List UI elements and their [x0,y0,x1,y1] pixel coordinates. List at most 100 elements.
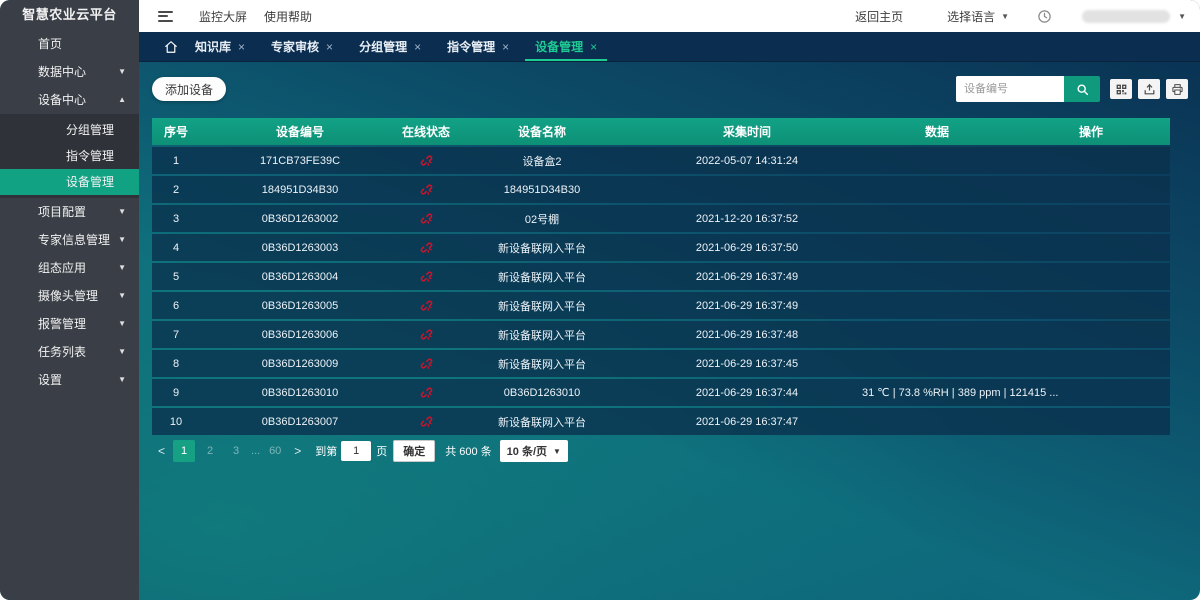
sidebar-item-camera-mgmt[interactable]: 摄像头管理 ▼ [0,282,139,310]
tab-expert-review[interactable]: 专家审核 × [261,32,343,61]
cell-status [400,350,452,377]
sidebar-item-label: 任务列表 [38,345,86,359]
cell-status [400,176,452,203]
tab-label: 专家审核 [271,38,319,55]
print-button[interactable] [1166,79,1188,99]
cell-no: 2 [152,176,200,203]
cell-device-id: 184951D34B30 [200,176,400,203]
tab-knowledge-base[interactable]: 知识库 × [185,32,255,61]
sidebar-item-config-app[interactable]: 组态应用 ▼ [0,254,139,282]
chevron-down-icon: ▼ [118,58,126,86]
close-icon[interactable]: × [502,40,509,54]
user-menu[interactable]: ▼ [1082,10,1186,23]
cell-name: 新设备联网入平台 [452,292,632,319]
table-row[interactable]: 9 0B36D1263010 0B36D1263010 2021-06-29 1… [152,379,1170,406]
cell-data: 31 ℃ | 73.8 %RH | 389 ppm | 121415 ... [862,379,1012,406]
sidebar-item-settings[interactable]: 设置 ▼ [0,366,139,394]
table-row[interactable]: 10 0B36D1263007 新设备联网入平台 2021-06-29 16:3… [152,408,1170,435]
cell-device-id: 171CB73FE39C [200,147,400,174]
sidebar-item-label: 数据中心 [38,65,86,79]
sidebar-item-label: 专家信息管理 [38,233,110,247]
cell-no: 8 [152,350,200,377]
cell-status [400,205,452,232]
collapse-menu-icon[interactable] [158,11,173,22]
chevron-down-icon: ▼ [118,338,126,366]
page-size-select[interactable]: 10 条/页 ▼ [500,440,568,462]
sidebar-item-group-mgmt[interactable]: 分组管理 [0,117,139,143]
sidebar-item-project-config[interactable]: 项目配置 ▼ [0,198,139,226]
search-group [956,76,1188,102]
search-input[interactable] [956,76,1064,102]
chevron-up-icon: ▲ [118,86,126,114]
offline-link-broken-icon [419,385,434,400]
topbar: 监控大屏 使用帮助 返回主页 选择语言 ▼ ▼ [139,0,1200,32]
table-row[interactable]: 7 0B36D1263006 新设备联网入平台 2021-06-29 16:37… [152,321,1170,348]
offline-link-broken-icon [419,182,434,197]
col-header-data: 数据 [862,118,1012,145]
table-row[interactable]: 4 0B36D1263003 新设备联网入平台 2021-06-29 16:37… [152,234,1170,261]
tab-device-mgmt[interactable]: 设备管理 × [525,32,607,61]
sidebar-item-device-center[interactable]: 设备中心 ▲ [0,86,139,114]
offline-link-broken-icon [419,269,434,284]
monitor-screen-link[interactable]: 监控大屏 [199,8,247,25]
add-device-button[interactable]: 添加设备 [152,77,226,101]
cell-name: 新设备联网入平台 [452,263,632,290]
sidebar-item-device-mgmt[interactable]: 设备管理 [0,169,139,195]
cell-device-id: 0B36D1263005 [200,292,400,319]
close-icon[interactable]: × [326,40,333,54]
home-tab[interactable] [157,32,185,61]
chevron-down-icon: ▼ [118,198,126,226]
close-icon[interactable]: × [238,40,245,54]
cell-status [400,263,452,290]
table-row[interactable]: 6 0B36D1263005 新设备联网入平台 2021-06-29 16:37… [152,292,1170,319]
cell-device-id: 0B36D1263007 [200,408,400,435]
sidebar-item-alarm-mgmt[interactable]: 报警管理 ▼ [0,310,139,338]
cell-operation [1012,321,1170,348]
chevron-down-icon: ▼ [553,447,561,456]
sidebar-item-expert-info[interactable]: 专家信息管理 ▼ [0,226,139,254]
table-row[interactable]: 5 0B36D1263004 新设备联网入平台 2021-06-29 16:37… [152,263,1170,290]
qr-code-button[interactable] [1110,79,1132,99]
cell-data [862,205,1012,232]
cell-no: 10 [152,408,200,435]
sidebar-item-task-list[interactable]: 任务列表 ▼ [0,338,139,366]
tab-label: 指令管理 [447,38,495,55]
page-number-3[interactable]: 3 [225,440,247,462]
cell-operation [1012,292,1170,319]
tab-command-mgmt[interactable]: 指令管理 × [437,32,519,61]
return-home-link[interactable]: 返回主页 [855,8,903,25]
language-select[interactable]: 选择语言 ▼ [947,8,1009,25]
sidebar-item-home[interactable]: 首页 [0,30,139,58]
next-page-arrow[interactable]: > [288,444,307,458]
tab-group-mgmt[interactable]: 分组管理 × [349,32,431,61]
offline-link-broken-icon [419,153,434,168]
offline-link-broken-icon [419,298,434,313]
table-header-row: 序号 设备编号 在线状态 设备名称 采集时间 数据 操作 [152,118,1170,145]
goto-page-input[interactable] [341,441,371,461]
sidebar-item-label: 项目配置 [38,205,86,219]
page-number-60[interactable]: 60 [264,440,286,462]
sidebar-item-data-center[interactable]: 数据中心 ▼ [0,58,139,86]
clock-icon[interactable] [1037,9,1052,24]
cell-data [862,408,1012,435]
page-number-2[interactable]: 2 [199,440,221,462]
sidebar-item-command-mgmt[interactable]: 指令管理 [0,143,139,169]
close-icon[interactable]: × [414,40,421,54]
goto-confirm-button[interactable]: 确定 [393,440,435,462]
sidebar-item-label: 报警管理 [38,317,86,331]
table-row[interactable]: 1 171CB73FE39C 设备盒2 2022-05-07 14:31:24 [152,147,1170,174]
page-number-1[interactable]: 1 [173,440,195,462]
search-button[interactable] [1064,76,1100,102]
help-link[interactable]: 使用帮助 [264,8,312,25]
prev-page-arrow[interactable]: < [152,444,171,458]
col-header-status: 在线状态 [400,118,452,145]
import-button[interactable] [1138,79,1160,99]
table-row[interactable]: 8 0B36D1263009 新设备联网入平台 2021-06-29 16:37… [152,350,1170,377]
table-row[interactable]: 2 184951D34B30 184951D34B30 [152,176,1170,203]
sidebar: 智慧农业云平台 首页 数据中心 ▼ 设备中心 ▲ 分组管理 指令管理 设备管理 … [0,0,139,600]
chevron-down-icon: ▼ [118,366,126,394]
close-icon[interactable]: × [590,40,597,54]
table-row[interactable]: 3 0B36D1263002 02号棚 2021-12-20 16:37:52 [152,205,1170,232]
printer-icon [1171,83,1184,96]
page-content: 添加设备 [139,62,1200,600]
